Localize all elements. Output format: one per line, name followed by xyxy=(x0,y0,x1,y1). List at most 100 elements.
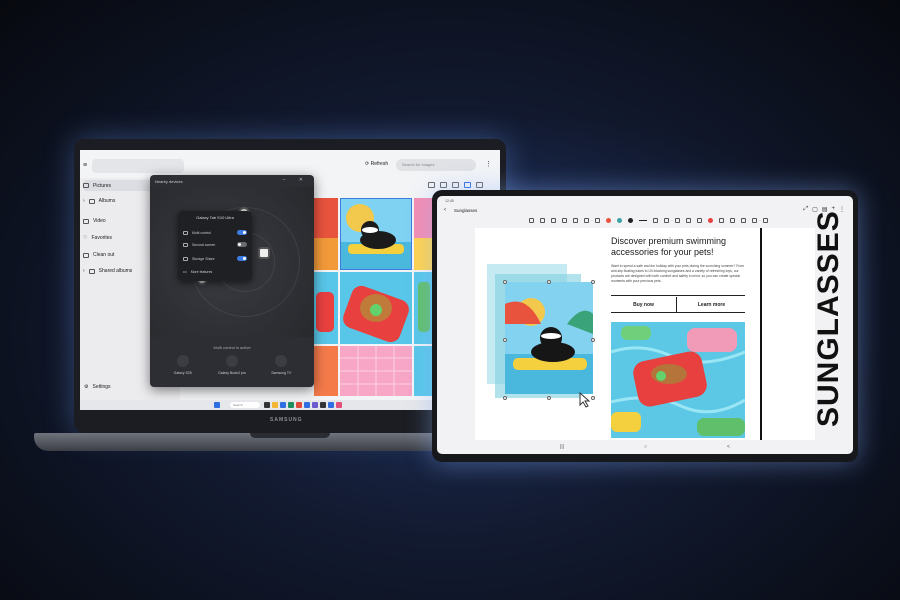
storage-share-toggle[interactable] xyxy=(237,256,247,261)
back-icon[interactable]: ‹ xyxy=(444,207,446,213)
taskbar-start[interactable] xyxy=(214,402,220,408)
app-icon[interactable] xyxy=(296,402,302,408)
photo-tile[interactable] xyxy=(414,272,434,344)
chevron-right-icon: › xyxy=(83,268,85,274)
color-swatch-black[interactable] xyxy=(628,218,633,223)
pet-photo-selection[interactable] xyxy=(487,264,597,404)
app-icon[interactable] xyxy=(336,402,342,408)
sidebar-item-shared-albums[interactable]: › Shared albums xyxy=(83,266,132,276)
view-large-icon[interactable] xyxy=(464,182,471,188)
photo-tile[interactable] xyxy=(340,272,412,344)
expand-icon[interactable]: ⤢ xyxy=(803,206,808,213)
sidebar-item-albums[interactable]: › Albums xyxy=(83,196,115,206)
taskbar-search[interactable]: Search xyxy=(230,402,260,408)
app-icon[interactable] xyxy=(272,402,278,408)
lasso-tool-icon[interactable] xyxy=(573,218,578,223)
view-detail-icon[interactable] xyxy=(440,182,447,188)
view-grid-icon[interactable] xyxy=(452,182,459,188)
multi-control-toggle[interactable] xyxy=(237,230,247,235)
status-time: 12:45 xyxy=(445,199,454,203)
document-page: Discover premium swimming accessories fo… xyxy=(475,210,845,440)
app-icon[interactable] xyxy=(288,402,294,408)
search-input[interactable]: Search for images xyxy=(396,159,476,171)
buy-now-button[interactable]: Buy now xyxy=(611,297,677,312)
more-features-option[interactable]: ••• More features xyxy=(183,268,247,276)
back-button[interactable]: < xyxy=(727,444,730,450)
text-tool-icon[interactable] xyxy=(529,218,534,223)
app-icon[interactable] xyxy=(264,402,270,408)
dialog-title: Nearby devices xyxy=(155,179,183,184)
app-icon[interactable] xyxy=(304,402,310,408)
resize-handle[interactable] xyxy=(591,280,595,284)
app-icon[interactable] xyxy=(328,402,334,408)
red-pen-icon[interactable] xyxy=(708,218,713,223)
shape-tool-icon[interactable] xyxy=(584,218,589,223)
image-icon[interactable] xyxy=(752,218,757,223)
sticker-icon[interactable] xyxy=(730,218,735,223)
sunglasses-vertical-title: SUNGLASSES xyxy=(812,210,845,427)
undo-icon[interactable] xyxy=(653,218,658,223)
sidebar-item-clean-out[interactable]: Clean out xyxy=(83,250,114,260)
photo-tile[interactable] xyxy=(414,346,434,396)
photo-tile[interactable] xyxy=(314,272,338,344)
resize-handle[interactable] xyxy=(547,396,551,400)
app-icon[interactable] xyxy=(320,402,326,408)
photo-tile[interactable] xyxy=(314,346,338,396)
resize-handle[interactable] xyxy=(547,280,551,284)
photo-tile[interactable] xyxy=(414,198,434,270)
marker-icon[interactable] xyxy=(697,218,702,223)
cursor-icon xyxy=(579,392,591,408)
app-icon[interactable] xyxy=(280,402,286,408)
sidebar-item-video[interactable]: Video xyxy=(83,216,106,226)
menu-icon[interactable]: ≡ xyxy=(83,162,87,169)
multi-control-option[interactable]: Multi control xyxy=(183,229,247,237)
learn-more-button[interactable]: Learn more xyxy=(678,297,745,312)
eraser-tool-icon[interactable] xyxy=(562,218,567,223)
sidebar-item-favorites[interactable]: ♡ Favorites xyxy=(83,233,112,243)
resize-handle[interactable] xyxy=(591,396,595,400)
second-screen-option[interactable]: Second screen xyxy=(183,241,247,249)
link-icon[interactable] xyxy=(741,218,746,223)
device-label: Galaxy S25 xyxy=(173,371,192,375)
device-galaxy-s25[interactable]: Galaxy S25 xyxy=(161,353,205,383)
video-icon xyxy=(83,218,89,224)
storage-share-option[interactable]: Storage Share xyxy=(183,255,247,263)
window-controls[interactable]: – ✕ xyxy=(283,177,309,183)
resize-handle[interactable] xyxy=(503,338,507,342)
home-button[interactable]: ○ xyxy=(644,444,647,450)
device-samsung-tv[interactable]: Samsung TV xyxy=(259,353,303,383)
photo-tile-selected[interactable] xyxy=(340,198,412,270)
settings-item[interactable]: ⚙ Settings xyxy=(84,384,111,390)
pen-icon[interactable] xyxy=(719,218,724,223)
color-swatch-red[interactable] xyxy=(606,218,611,223)
table-icon[interactable] xyxy=(763,218,768,223)
device-node[interactable] xyxy=(258,247,270,259)
second-screen-toggle[interactable] xyxy=(237,242,247,247)
refresh-button[interactable]: ⟳ Refresh xyxy=(365,161,388,167)
resize-handle[interactable] xyxy=(591,338,595,342)
color-swatch-teal[interactable] xyxy=(617,218,622,223)
sidebar-item-label: Clean out xyxy=(93,252,115,258)
pencil-icon[interactable] xyxy=(686,218,691,223)
multi-control-status: Multi control is active xyxy=(213,345,251,350)
recents-button[interactable]: ||| xyxy=(560,444,564,450)
pointer-tool-icon[interactable] xyxy=(595,218,600,223)
resize-handle[interactable] xyxy=(503,396,507,400)
pen-tool-icon[interactable] xyxy=(540,218,545,223)
app-icon[interactable] xyxy=(312,402,318,408)
more-dots-icon: ••• xyxy=(183,270,187,274)
sidebar-item-label: Albums xyxy=(98,198,116,204)
highlighter-icon[interactable] xyxy=(675,218,680,223)
device-galaxy-buds[interactable]: Galaxy Buds3 pro xyxy=(210,353,254,383)
redo-icon[interactable] xyxy=(664,218,669,223)
stroke-size-icon[interactable] xyxy=(639,220,647,221)
brush-tool-icon[interactable] xyxy=(551,218,556,223)
resize-handle[interactable] xyxy=(503,280,507,284)
view-list-icon[interactable] xyxy=(428,182,435,188)
photo-tile[interactable] xyxy=(340,346,412,396)
photo-tile[interactable] xyxy=(314,198,338,270)
view-tile-icon[interactable] xyxy=(476,182,483,188)
view-switcher xyxy=(428,182,483,188)
address-bar[interactable] xyxy=(92,159,184,173)
more-icon[interactable]: ⋮ xyxy=(485,160,492,168)
